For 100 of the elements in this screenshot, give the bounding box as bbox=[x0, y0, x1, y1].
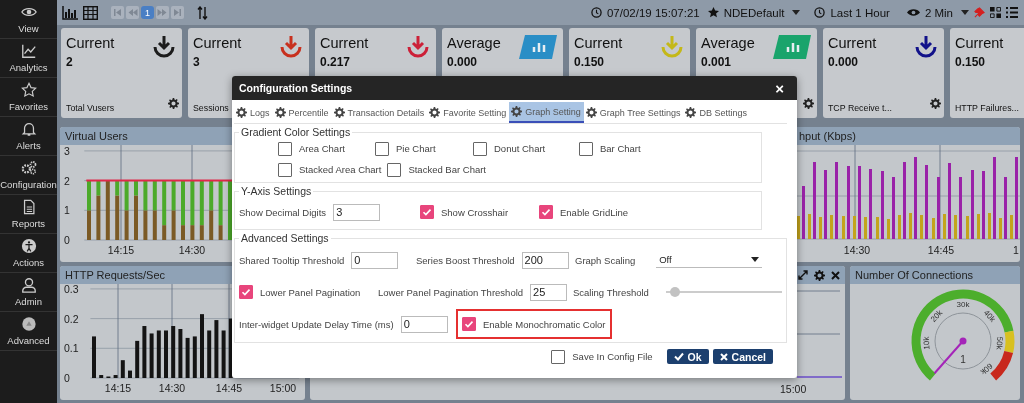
input-field[interactable]: 3 bbox=[333, 203, 381, 221]
checkbox-label: Show Crosshair bbox=[441, 206, 509, 218]
cancel-button[interactable]: Cancel bbox=[712, 349, 773, 364]
profile-name[interactable]: NDEDefault bbox=[723, 6, 785, 19]
metric-value: 3 bbox=[193, 55, 201, 69]
axis-label: 14:30 bbox=[843, 244, 871, 256]
checkbox-label: Donut Chart bbox=[494, 143, 546, 154]
axis-label: 0.2 bbox=[64, 312, 79, 325]
checkbox-label: Pie Chart bbox=[396, 143, 436, 154]
sidebar-label[interactable]: Alerts bbox=[16, 140, 41, 151]
checkbox-label: Enable Monochromatic Color bbox=[483, 318, 606, 330]
axis-label: 0.1 bbox=[64, 342, 79, 355]
input-field[interactable]: 0 bbox=[400, 315, 448, 333]
metric-title: Average bbox=[447, 35, 502, 51]
sidebar-label[interactable]: Configuration bbox=[0, 179, 57, 190]
sidebar-label[interactable]: Actions bbox=[12, 257, 45, 268]
section-title: Gradient Color Settings bbox=[240, 126, 352, 138]
metric-title: Current bbox=[66, 35, 116, 51]
gauge-label: 40k bbox=[981, 308, 998, 324]
input-field[interactable]: 25 bbox=[530, 283, 567, 301]
field-label: Scaling Threshold bbox=[573, 286, 649, 298]
axis-label: 2 bbox=[64, 174, 70, 187]
metric-label: TCP Receive t... bbox=[828, 103, 892, 113]
checkbox-label: Stacked Bar Chart bbox=[408, 164, 486, 175]
gauge-label: 30k bbox=[956, 300, 970, 310]
axis-label: 0.3 bbox=[64, 284, 79, 295]
input-field[interactable]: 200 bbox=[521, 251, 569, 269]
sidebar-label[interactable]: Admin bbox=[15, 296, 42, 307]
close-button[interactable]: × bbox=[775, 79, 784, 97]
axis-label: 1 bbox=[1013, 244, 1019, 256]
metric-label: Sessions bbox=[193, 103, 229, 113]
checkbox-label: Save In Config File bbox=[572, 351, 653, 362]
sidebar-label[interactable]: Advanced bbox=[7, 335, 50, 346]
metric-label: Total Vusers bbox=[66, 103, 115, 113]
checkbox-label: Stacked Area Chart bbox=[299, 164, 382, 175]
metric-title: Current bbox=[828, 35, 878, 51]
date-time: 07/02/19 15:07:21 bbox=[606, 6, 700, 19]
metric-value: 0.217 bbox=[320, 55, 352, 69]
metric-value: 0.000 bbox=[447, 55, 479, 69]
axis-label: 14:30 bbox=[178, 244, 206, 256]
axis-label: 15:00 bbox=[269, 382, 297, 394]
metric-label: HTTP Failures... bbox=[955, 103, 1019, 113]
metric-title: Current bbox=[955, 35, 1005, 51]
axis-label: 14:45 bbox=[927, 244, 955, 256]
time-range[interactable]: Last 1 Hour bbox=[830, 6, 890, 19]
axis-label: 0 bbox=[64, 234, 70, 246]
field-label: Lower Panel Pagination Threshold bbox=[378, 286, 524, 298]
field-label: Show Decimal Digits bbox=[239, 206, 327, 218]
section-title: Advanced Settings bbox=[240, 232, 330, 244]
metric-value: 0.001 bbox=[701, 55, 733, 69]
input-field[interactable]: 0 bbox=[351, 251, 399, 269]
axis-label: 3 bbox=[64, 145, 70, 157]
refresh-interval[interactable]: 2 Min bbox=[924, 6, 953, 19]
gauge-label: 20k bbox=[928, 308, 945, 324]
axis-label: 14:15 bbox=[107, 244, 135, 256]
field-label: Graph Scaling bbox=[575, 254, 636, 266]
axis-label: 14:15 bbox=[104, 382, 132, 394]
gauge-label: 10k bbox=[921, 336, 932, 350]
tab[interactable]: Favorite Setting bbox=[427, 102, 510, 123]
dialog-title: Configuration Settings bbox=[239, 82, 353, 94]
metric-title: Current bbox=[193, 35, 243, 51]
ok-button[interactable]: Ok bbox=[666, 349, 709, 364]
sidebar-label[interactable]: Favorites bbox=[8, 101, 49, 112]
axis-label: 15:00 bbox=[780, 383, 807, 395]
checkbox-label: Area Chart bbox=[299, 143, 345, 154]
metric-value: 0.000 bbox=[828, 55, 860, 69]
section-title: Y-Axis Settings bbox=[240, 185, 313, 197]
axis-label: 14:45 bbox=[215, 382, 243, 394]
axis-label: 14:30 bbox=[158, 382, 186, 394]
panel-title: HTTP Requests/Sec bbox=[65, 269, 166, 281]
tab[interactable]: Transaction Details bbox=[331, 102, 428, 123]
tab[interactable]: Graph Tree Settings bbox=[583, 102, 684, 123]
tab[interactable]: Logs bbox=[234, 102, 273, 123]
tab[interactable]: Graph Setting bbox=[509, 102, 584, 123]
axis-label: 0 bbox=[64, 372, 70, 384]
sidebar-label[interactable]: View bbox=[18, 23, 39, 34]
field-label: Inter-widget Update Delay Time (ms) bbox=[239, 318, 394, 330]
metric-value: 0.150 bbox=[574, 55, 606, 69]
gauge-label: 60k bbox=[978, 361, 995, 377]
metric-title: Current bbox=[574, 35, 624, 51]
tab[interactable]: Percentile bbox=[272, 102, 332, 123]
checkbox-label: Lower Panel Pagination bbox=[260, 286, 361, 298]
checkbox-label: Enable GridLine bbox=[560, 206, 629, 218]
sidebar-label[interactable]: Reports bbox=[11, 218, 46, 229]
sidebar-label[interactable]: Analytics bbox=[9, 62, 48, 73]
page-button[interactable]: 1 bbox=[141, 6, 154, 19]
panel-title: Virtual Users bbox=[65, 130, 128, 142]
panel-title: hput (Kbps) bbox=[799, 130, 856, 142]
field-label: Series Boost Threshold bbox=[416, 254, 515, 266]
metric-value: 0.150 bbox=[955, 55, 987, 69]
gauge-value: 1 bbox=[960, 354, 966, 365]
panel-title: Number Of Connections bbox=[855, 269, 973, 281]
gauge-label: 50k bbox=[994, 336, 1005, 350]
metric-value: 2 bbox=[66, 55, 74, 69]
dropdown[interactable]: Off bbox=[656, 252, 763, 268]
metric-title: Average bbox=[701, 35, 756, 51]
metric-title: Current bbox=[320, 35, 370, 51]
tab[interactable]: DB Settings bbox=[683, 102, 750, 123]
field-label: Shared Tooltip Threshold bbox=[239, 254, 345, 266]
axis-label: 1 bbox=[64, 204, 70, 217]
